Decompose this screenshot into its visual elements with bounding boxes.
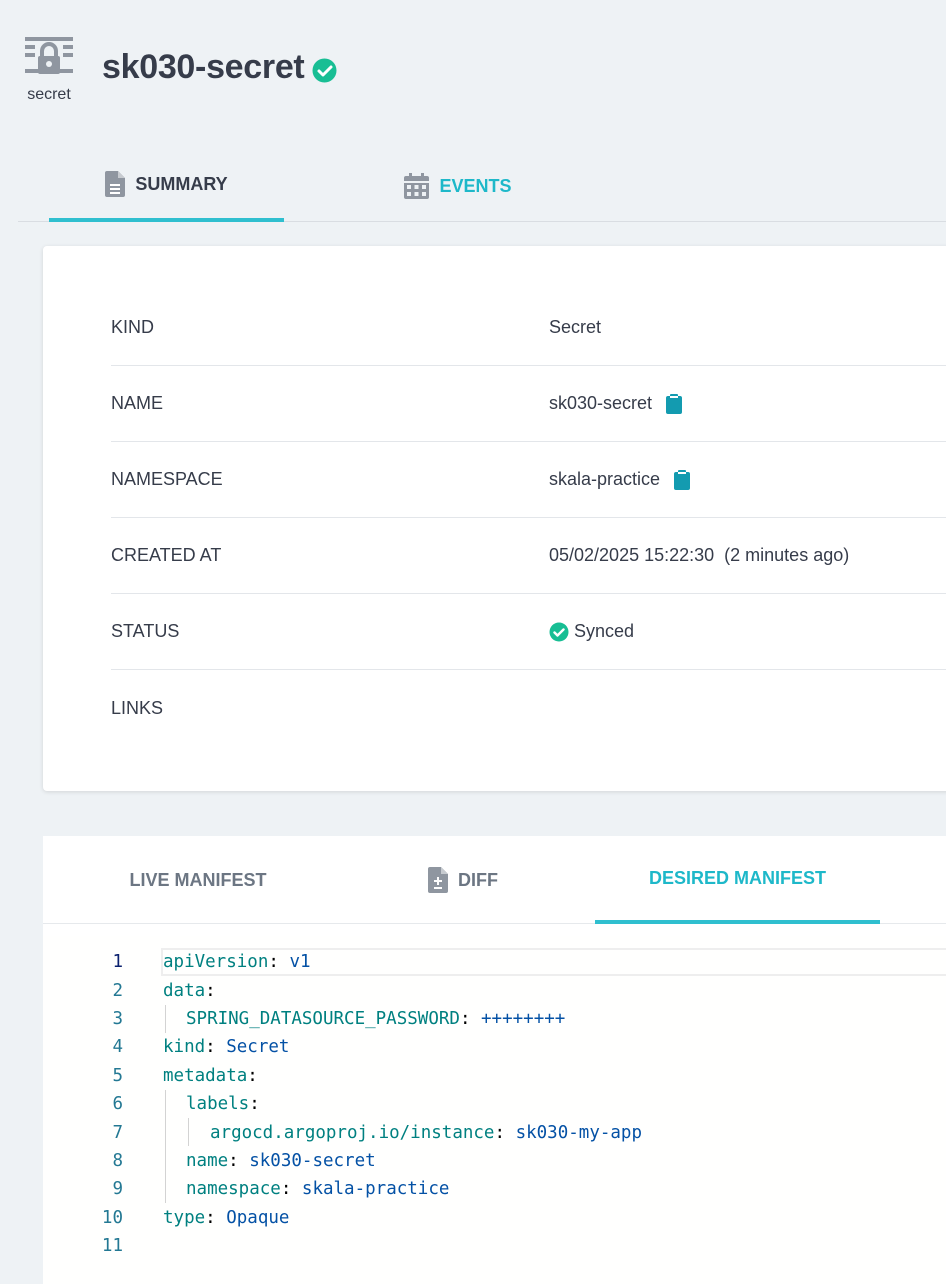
code-line: 7 argocd.argoproj.io/instance: sk030-my-… [43,1118,946,1146]
row-key: STATUS [111,621,180,641]
code-line: 5 metadata: [43,1062,946,1090]
line-number: 2 [112,980,123,1001]
summary-row-links: LINKS [111,670,946,746]
code-line: 10 type: Opaque [43,1204,946,1232]
row-value-container: sk030-secret [549,393,683,414]
row-value-container: skala-practice [549,469,691,490]
code-line: 11 [43,1232,946,1260]
tab-events-label: EVENTS [439,175,512,196]
row-key: KIND [111,317,155,337]
code-line: 2 data: [43,976,946,1004]
manifest-card: LIVE MANIFEST DIFF DESIRED MANIFEST 1 ap… [43,836,946,1284]
tab-summary[interactable]: SUMMARY [49,150,284,222]
clipboard-icon[interactable] [666,393,683,414]
yaml-value: skala-practice [301,1179,450,1200]
row-value: skala-practice [549,469,661,489]
kind-label: secret [27,86,71,103]
row-value: Secret [549,317,602,337]
yaml-key: type [163,1207,206,1228]
row-key: LINKS [111,697,164,718]
tab-live-manifest-label: LIVE MANIFEST [129,869,267,890]
row-key: CREATED AT [111,545,222,565]
summary-row-kind: KIND Secret [111,290,946,366]
synced-check-icon [312,58,337,83]
row-key: NAMESPACE [111,469,223,489]
code-line: 4 kind: Secret [43,1033,946,1061]
tab-events[interactable]: EVENTS [348,150,568,222]
yaml-value: Opaque [226,1207,290,1228]
row-value: sk030-secret [549,393,653,413]
line-number: 6 [112,1094,123,1115]
secret-kind-icon [22,34,76,84]
code-line: 3 SPRING_DATASOURCE_PASSWORD: ++++++++ [43,1005,946,1033]
line-number: 8 [112,1150,123,1171]
file-diff-icon [428,867,448,893]
tab-live-manifest[interactable]: LIVE MANIFEST [83,836,313,924]
yaml-key: SPRING_DATASOURCE_PASSWORD [186,1008,460,1029]
clipboard-icon[interactable] [674,469,691,490]
tab-desired-manifest[interactable]: DESIRED MANIFEST [595,836,880,924]
yaml-key: metadata [163,1065,248,1086]
tab-summary-label: SUMMARY [135,173,228,194]
yaml-key: kind [163,1037,206,1058]
line-number: 1 [112,952,123,973]
manifest-editor[interactable]: 1 apiVersion: v1 2 data: 3 SPRING_DATASO… [43,936,946,1284]
code-line: 6 labels: [43,1090,946,1118]
check-circle-icon [549,622,569,642]
row-value: 05/02/2025 15:22:30 (2 minutes ago) [549,545,850,565]
code-line: 1 apiVersion: v1 [43,948,946,976]
yaml-key: apiVersion [163,952,269,973]
code-line: 8 name: sk030-secret [43,1147,946,1175]
summary-row-name: NAME sk030-secret [111,366,946,442]
resource-tabs: SUMMARY EVENTS [18,150,946,222]
line-number: 7 [112,1122,123,1143]
tab-desired-manifest-label: DESIRED MANIFEST [648,867,826,888]
yaml-value: sk030-my-app [515,1122,642,1143]
row-value-container: Synced [549,621,634,642]
yaml-key: argocd.argoproj.io/instance [210,1122,495,1143]
yaml-value: v1 [289,952,311,973]
row-value: Synced [574,621,635,641]
yaml-key: namespace [186,1179,281,1200]
tab-diff-label: DIFF [458,869,498,890]
yaml-value: Secret [226,1037,290,1058]
summary-row-created-at: CREATED AT 05/02/2025 15:22:30 (2 minute… [111,518,946,594]
summary-row-status: STATUS Synced [111,594,946,670]
yaml-value: ++++++++ [481,1008,566,1029]
line-number: 4 [112,1037,123,1058]
line-number: 9 [112,1179,123,1200]
summary-card: KIND Secret NAME sk030-secret NAMESPACE … [43,246,946,791]
manifest-tabs: LIVE MANIFEST DIFF DESIRED MANIFEST [43,836,946,924]
summary-row-namespace: NAMESPACE skala-practice [111,442,946,518]
line-number: 10 [101,1207,123,1228]
yaml-key: data [163,980,206,1001]
yaml-value: sk030-secret [249,1150,376,1171]
row-key: NAME [111,393,164,413]
page-title: sk030-secret [102,48,305,86]
tab-diff[interactable]: DIFF [388,836,538,924]
calendar-icon [404,173,430,199]
file-text-icon [105,171,126,197]
line-number: 11 [101,1236,123,1257]
yaml-key: labels [186,1094,250,1115]
code-line: 9 namespace: skala-practice [43,1175,946,1203]
line-number: 3 [112,1008,123,1029]
line-number: 5 [112,1065,123,1086]
yaml-key: name [186,1150,229,1171]
resource-header: secret sk030-secret [0,0,946,130]
